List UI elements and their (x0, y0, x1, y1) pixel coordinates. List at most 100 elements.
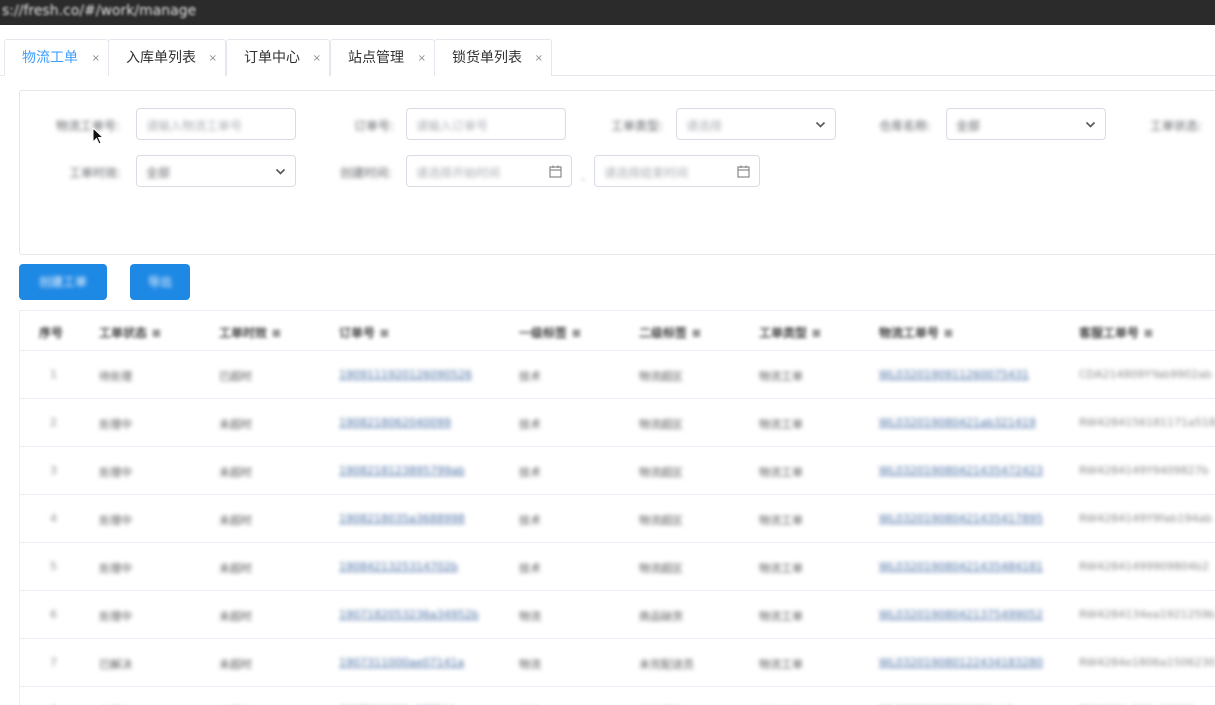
column-header-type[interactable]: 工单类型 ≡ (759, 324, 821, 341)
row-service-no: RW4284156181171a518ab (1079, 416, 1215, 429)
table-row[interactable]: 7 已解决 未超时 1907311000ae07141a 物流 未完配送员 物流工单 WL03… (20, 639, 1215, 687)
row-level2-tag: 物流超区 (639, 418, 683, 431)
table-row[interactable]: 4 处理中 未超时 1908218035a3688998 技术 物流超区 物流工单 WL032… (20, 495, 1215, 543)
row-type: 物流工单 (759, 610, 803, 623)
column-header-logistics-no[interactable]: 物流工单号 ≡ (879, 324, 953, 341)
order-no-link[interactable]: 1907311000ae07141a (339, 656, 464, 669)
row-level2-tag: 物流超区 (639, 562, 683, 575)
work-order-table: 序号 工单状态 ≡ 工单时效 ≡ 订单号 ≡ 一级标签 ≡ 二级标签 ≡ 工单类… (19, 310, 1215, 705)
row-timeout: 未超时 (219, 658, 252, 671)
logistics-no-link[interactable]: WL0320190911260075431 (879, 368, 1029, 381)
order-no-link[interactable]: 1908218123895799ab (339, 464, 465, 477)
tab-label: 站点管理 (348, 50, 404, 66)
sort-icon[interactable]: ≡ (379, 326, 389, 340)
order-no-link[interactable]: 1908218035a3688998 (339, 512, 465, 525)
created-time-label: 创建时间: (340, 166, 393, 180)
row-level1-tag: 技术 (519, 466, 541, 479)
timeout-value: 全部 (146, 166, 171, 180)
row-timeout: 未超时 (219, 418, 252, 431)
sort-icon[interactable]: ≡ (943, 326, 953, 340)
column-header-timeout[interactable]: 工单时效 ≡ (219, 324, 281, 341)
order-no-link[interactable]: 1907182053236a34952b (339, 608, 479, 621)
row-timeout: 已超时 (219, 370, 252, 383)
work-type-select[interactable]: 请选择 (676, 108, 836, 140)
table-row[interactable]: 5 处理中 未超时 1908421325314702b 技术 物流超区 物流工单 WL0320… (20, 543, 1215, 591)
table-row[interactable]: 3 处理中 未超时 1908218123895799ab 技术 物流超区 物流工单 WL032… (20, 447, 1215, 495)
row-service-no: RW4284e1806a1506230 (1079, 656, 1215, 669)
row-level1-tag: 技术 (519, 418, 541, 431)
close-icon[interactable]: × (92, 40, 100, 77)
row-timeout: 未超时 (219, 466, 252, 479)
row-level2-tag: 商品缺货 (639, 610, 683, 623)
close-icon[interactable]: × (418, 40, 426, 77)
logistics-no-link[interactable]: WL032019080421375499052 (879, 608, 1043, 621)
row-service-no: RW4284134ea1921259b (1079, 608, 1215, 621)
close-icon[interactable]: × (313, 40, 321, 77)
row-level2-tag: 未完配送员 (639, 658, 694, 671)
sort-icon[interactable]: ≡ (811, 326, 821, 340)
work-no-input[interactable]: 请输入物流工单号 (136, 108, 296, 140)
table-header: 序号 工单状态 ≡ 工单时效 ≡ 订单号 ≡ 一级标签 ≡ 二级标签 ≡ 工单类… (20, 311, 1215, 351)
column-header-level1-tag[interactable]: 一级标签 ≡ (519, 324, 581, 341)
row-level1-tag: 技术 (519, 370, 541, 383)
column-header-status[interactable]: 工单状态 ≡ (99, 324, 161, 341)
tab-order-center[interactable]: 订单中心 × (226, 39, 330, 76)
browser-url-bar[interactable]: s://fresh.co/#/work/manage (0, 0, 1215, 25)
work-type-label: 工单类型: (611, 119, 664, 133)
column-header-level2-tag[interactable]: 二级标签 ≡ (639, 324, 701, 341)
sort-icon[interactable]: ≡ (691, 326, 701, 340)
warehouse-select[interactable]: 全部 (946, 108, 1106, 140)
row-timeout: 未超时 (219, 562, 252, 575)
row-index: 6 (50, 608, 57, 621)
row-level2-tag: 物流超区 (639, 370, 683, 383)
tab-lock-order-list[interactable]: 锁货单列表 × (434, 39, 552, 76)
row-index: 3 (50, 464, 57, 477)
row-index: 1 (50, 368, 57, 381)
column-header-service-no[interactable]: 客服工单号 ≡ (1079, 324, 1153, 341)
table-row[interactable]: 1 待处理 已超时 1909111920126090526 技术 物流超区 物流工单 WL03… (20, 351, 1215, 399)
url-text: s://fresh.co/#/work/manage (2, 3, 197, 19)
order-no-link[interactable]: 1908218062040099 (339, 416, 451, 429)
tab-label: 锁货单列表 (452, 50, 522, 66)
logistics-no-link[interactable]: WL032019080421435484181 (879, 560, 1043, 573)
export-button[interactable]: 导出 (130, 264, 190, 300)
table-row[interactable]: 2 处理中 未超时 1908218062040099 技术 物流超区 物流工单 WL03201… (20, 399, 1215, 447)
order-no-link[interactable]: 1908421325314702b (339, 560, 458, 573)
timeout-select[interactable]: 全部 (136, 155, 296, 187)
table-row[interactable]: 6 处理中 未超时 1907182053236a34952b 物流 商品缺货 物流工单 WL0… (20, 591, 1215, 639)
close-icon[interactable]: × (535, 40, 543, 77)
status-label: 工单状态: (1150, 119, 1203, 133)
sort-icon[interactable]: ≡ (151, 326, 161, 340)
sort-icon[interactable]: ≡ (571, 326, 581, 340)
create-work-order-button[interactable]: 创建工单 (19, 264, 107, 300)
logistics-no-link[interactable]: WL032019080122434183280 (879, 656, 1043, 669)
warehouse-label: 仓库名称: (879, 119, 932, 133)
close-icon[interactable]: × (209, 40, 217, 77)
table-row[interactable]: 8处理中未超时1907211203a8f7514物流物流超区物流工单WL0320… (20, 687, 1215, 705)
row-level1-tag: 技术 (519, 514, 541, 527)
logistics-no-link[interactable]: WL032019080421435417895 (879, 512, 1043, 525)
logistics-no-link[interactable]: WL032019080421ab321419 (879, 416, 1036, 429)
start-time-placeholder: 请选择开始时间 (416, 166, 501, 180)
order-no-link[interactable]: 1909111920126090526 (339, 368, 472, 381)
row-type: 物流工单 (759, 466, 803, 479)
row-level1-tag: 物流 (519, 610, 541, 623)
logistics-no-link[interactable]: WL032019080421435472423 (879, 464, 1043, 477)
tab-label: 订单中心 (244, 50, 300, 66)
row-level2-tag: 物流超区 (639, 466, 683, 479)
row-status: 处理中 (99, 610, 132, 623)
row-index: 2 (50, 416, 57, 429)
date-range-separator: - (581, 172, 586, 186)
row-index: 4 (50, 512, 57, 525)
row-status: 处理中 (99, 466, 132, 479)
sort-icon[interactable]: ≡ (1143, 326, 1153, 340)
start-time-picker[interactable]: 请选择开始时间 (406, 155, 572, 187)
tab-inbound-list[interactable]: 入库单列表 × (108, 39, 226, 76)
tab-logistics-work-order[interactable]: 物流工单 × (4, 39, 109, 76)
sort-icon[interactable]: ≡ (271, 326, 281, 340)
end-time-picker[interactable]: 请选择结束时间 (594, 155, 760, 187)
column-header-order-no[interactable]: 订单号 ≡ (339, 324, 389, 341)
calendar-icon (549, 165, 562, 178)
tab-site-management[interactable]: 站点管理 × (330, 39, 435, 76)
order-no-input[interactable]: 请输入订单号 (406, 108, 566, 140)
